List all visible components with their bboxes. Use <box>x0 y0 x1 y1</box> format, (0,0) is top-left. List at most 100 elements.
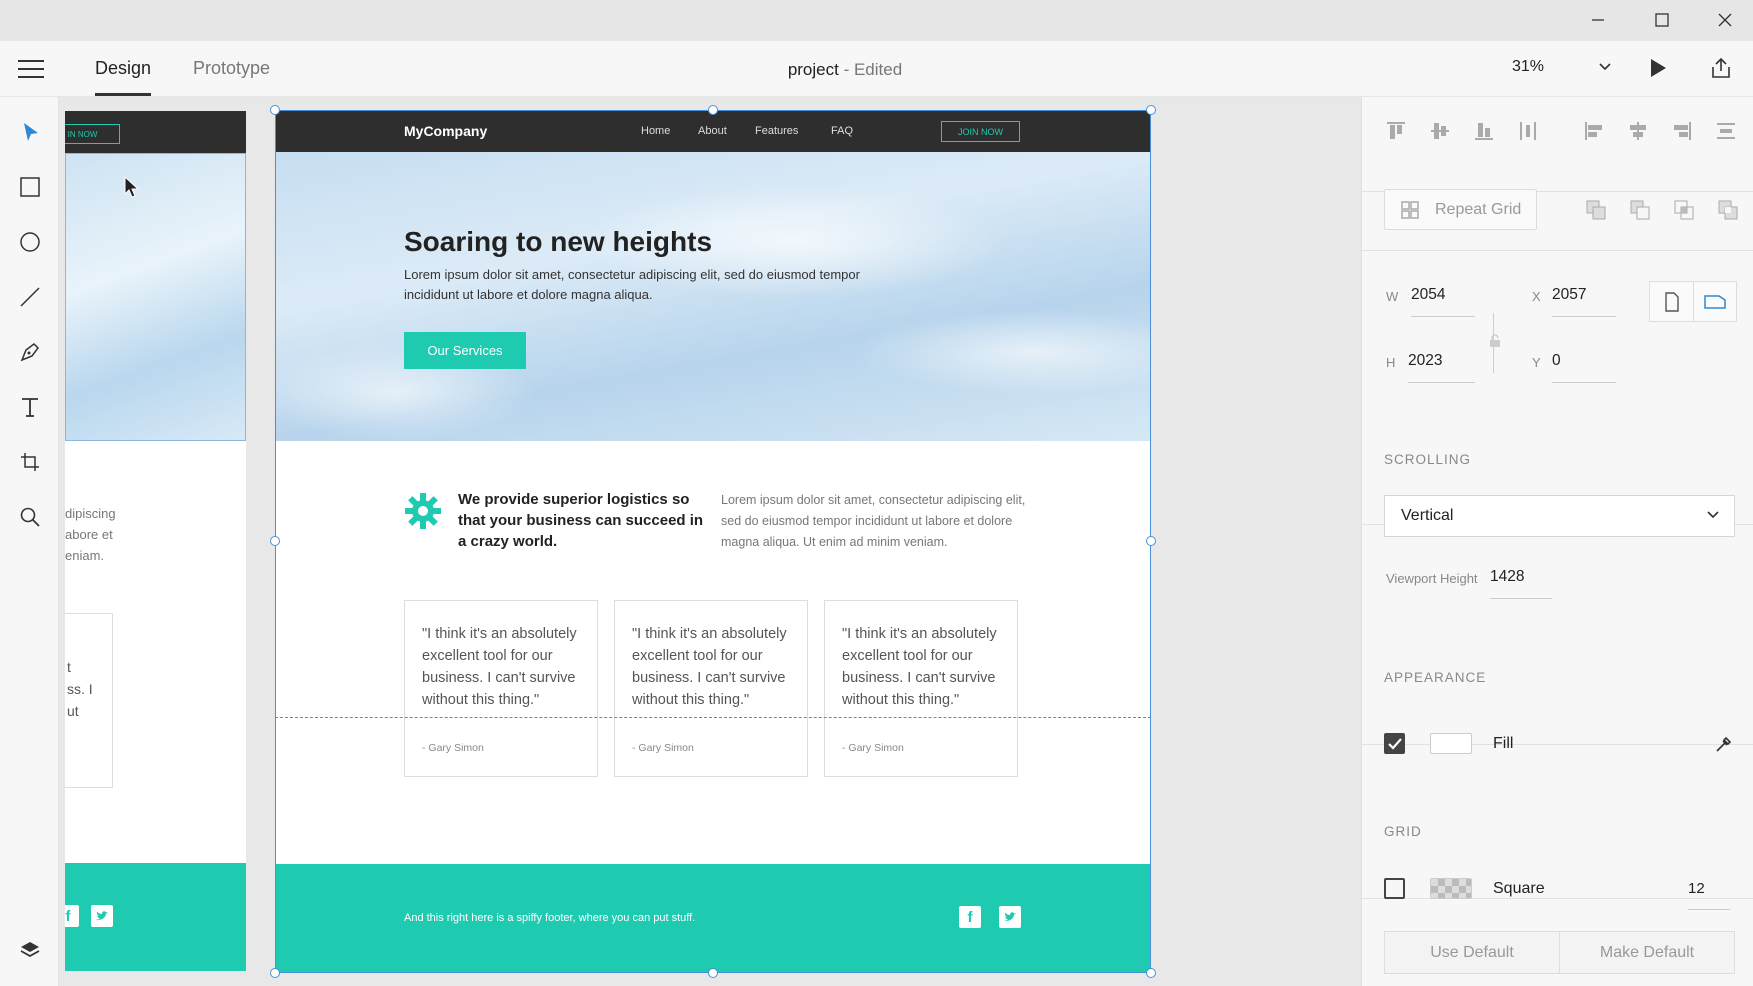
distribute-horizontal-icon[interactable] <box>1714 119 1738 143</box>
boolean-intersect-icon[interactable] <box>1672 198 1696 222</box>
layers-icon[interactable] <box>15 935 45 965</box>
align-middle-icon[interactable] <box>1428 119 1452 143</box>
grid-checkbox[interactable] <box>1384 878 1405 899</box>
maximize-icon[interactable] <box>1636 0 1688 40</box>
fill-color-swatch[interactable] <box>1430 733 1472 754</box>
left-text-line: dipiscing <box>65 506 116 521</box>
nav-link-faq: FAQ <box>831 125 854 137</box>
left-card-line: ss. I <box>67 681 93 697</box>
align-right-icon[interactable] <box>1670 119 1694 143</box>
app-bar: Design Prototype project - Edited 31% <box>0 41 1753 97</box>
twitter-icon <box>999 906 1021 928</box>
x-field[interactable]: 2057 <box>1552 286 1616 317</box>
boolean-subtract-icon[interactable] <box>1628 198 1652 222</box>
join-now-button: JOIN NOW <box>941 121 1020 142</box>
alignment-section <box>1362 97 1753 192</box>
site-logo: MyCompany <box>404 123 488 139</box>
left-text-line: abore et <box>65 527 113 542</box>
scrolling-select[interactable]: Vertical <box>1384 495 1735 537</box>
align-left-icon[interactable] <box>1582 119 1606 143</box>
resize-handle[interactable] <box>1146 968 1156 978</box>
ellipse-tool-icon[interactable] <box>15 227 45 257</box>
chevron-down-icon <box>1598 60 1612 79</box>
hero-title: Soaring to new heights <box>404 226 713 257</box>
nav-link-about: About <box>698 125 727 137</box>
viewport-height-guide[interactable] <box>275 717 1151 718</box>
repeat-grid-button[interactable]: Repeat Grid <box>1384 189 1537 230</box>
feature-title: We provide superior logistics so that yo… <box>458 491 704 550</box>
testimonial-quote: "I think it's an absolutely excellent to… <box>422 626 577 708</box>
resize-handle[interactable] <box>270 536 280 546</box>
fill-checkbox[interactable] <box>1384 733 1405 754</box>
resize-handle[interactable] <box>708 105 718 115</box>
zoom-dropdown[interactable]: 31% <box>1512 58 1612 84</box>
left-card-line: ut <box>67 703 79 719</box>
viewport-height-field[interactable]: 1428 <box>1490 568 1552 599</box>
site-nav: MyCompany Home About Features FAQ JOIN N… <box>275 110 1151 152</box>
resize-handle[interactable] <box>1146 536 1156 546</box>
left-artboard-hero <box>65 153 246 441</box>
zoom-value: 31% <box>1512 58 1545 75</box>
testimonial-quote: "I think it's an absolutely excellent to… <box>632 626 787 708</box>
height-field[interactable]: 2023 <box>1408 352 1475 383</box>
use-default-button[interactable]: Use Default <box>1384 931 1560 974</box>
left-artboard-nav: IN NOW <box>65 111 246 153</box>
line-tool-icon[interactable] <box>15 282 45 312</box>
twitter-icon <box>91 905 113 927</box>
lock-icon[interactable] <box>1483 329 1507 353</box>
rectangle-tool-icon[interactable] <box>15 172 45 202</box>
make-default-button[interactable]: Make Default <box>1559 931 1735 974</box>
scrolling-section <box>1362 525 1753 745</box>
document-name: project <box>787 60 839 79</box>
distribute-vertical-icon[interactable] <box>1516 119 1540 143</box>
play-preview-icon[interactable] <box>1647 57 1669 84</box>
viewport-height-label: Viewport Height <box>1386 571 1478 586</box>
y-field[interactable]: 0 <box>1552 352 1616 383</box>
testimonial-quote: "I think it's an absolutely excellent to… <box>842 626 997 708</box>
resize-handle[interactable] <box>270 105 280 115</box>
resize-handle[interactable] <box>270 968 280 978</box>
share-icon[interactable] <box>1709 56 1733 85</box>
y-label: Y <box>1532 355 1541 370</box>
hero-subtitle: Lorem ipsum dolor sit amet, consectetur … <box>404 267 860 302</box>
document-status: - Edited <box>843 60 903 79</box>
testimonial-card: "I think it's an absolutely excellent to… <box>404 600 598 777</box>
appearance-title: APPEARANCE <box>1384 670 1487 685</box>
landscape-icon[interactable] <box>1694 282 1736 321</box>
pen-tool-icon[interactable] <box>15 337 45 367</box>
select-tool-icon[interactable] <box>15 117 45 147</box>
facebook-icon: f <box>959 906 981 928</box>
close-icon[interactable] <box>1699 0 1751 40</box>
artboard-left-partial[interactable]: IN NOW dipiscing abore et eniam. t ss. I… <box>65 111 246 971</box>
orientation-toggle <box>1649 281 1737 322</box>
design-canvas[interactable]: IN NOW dipiscing abore et eniam. t ss. I… <box>59 97 1361 986</box>
align-bottom-icon[interactable] <box>1472 119 1496 143</box>
artboard-tool-icon[interactable] <box>15 447 45 477</box>
grid-type-label: Square <box>1493 880 1545 897</box>
repeat-grid-label: Repeat Grid <box>1435 200 1522 218</box>
align-top-icon[interactable] <box>1384 119 1408 143</box>
align-center-icon[interactable] <box>1626 119 1650 143</box>
grid-color-swatch[interactable] <box>1430 878 1472 899</box>
testimonial-author: - Gary Simon <box>842 742 904 754</box>
left-artboard-card: t ss. I ut <box>65 613 113 788</box>
site-footer: And this right here is a spiffy footer, … <box>275 864 1151 973</box>
zoom-tool-icon[interactable] <box>15 502 45 532</box>
text-tool-icon[interactable] <box>15 392 45 422</box>
resize-handle[interactable] <box>1146 105 1156 115</box>
boolean-exclude-icon[interactable] <box>1716 198 1740 222</box>
width-field[interactable]: 2054 <box>1411 286 1475 317</box>
artboard-main[interactable]: MyCompany Home About Features FAQ JOIN N… <box>275 110 1151 973</box>
resize-handle[interactable] <box>708 968 718 978</box>
eyedropper-icon[interactable] <box>1712 732 1736 756</box>
portrait-icon[interactable] <box>1650 282 1694 321</box>
boolean-add-icon[interactable] <box>1584 198 1608 222</box>
grid-size-field[interactable]: 12 <box>1688 880 1730 910</box>
chevron-down-icon <box>1706 508 1720 527</box>
feature-text: Lorem ipsum dolor sit amet, consectetur … <box>721 493 1026 549</box>
testimonial-card: "I think it's an absolutely excellent to… <box>824 600 1018 777</box>
minimize-icon[interactable] <box>1572 0 1624 40</box>
testimonial-author: - Gary Simon <box>422 742 484 754</box>
scrolling-value: Vertical <box>1401 507 1454 524</box>
facebook-icon: f <box>65 905 79 927</box>
